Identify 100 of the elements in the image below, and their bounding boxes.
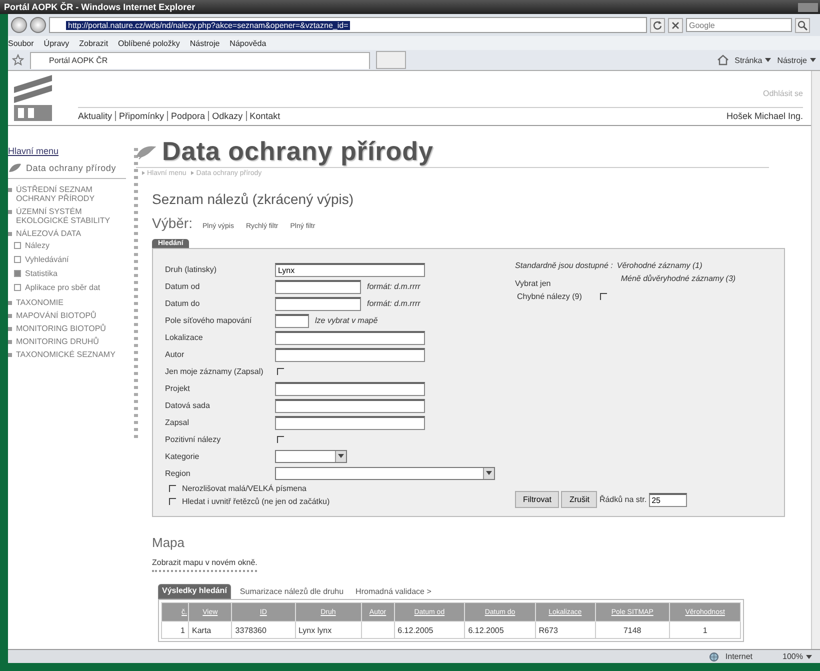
toolbar-menu[interactable]: Nástroje	[777, 56, 816, 64]
browser-tab[interactable]: Portál AOPK ČR	[30, 52, 370, 68]
section-title: Data ochrany přírody	[26, 163, 116, 173]
input-field[interactable]: Lynx	[275, 262, 425, 276]
checkbox[interactable]	[600, 293, 607, 300]
menu-item[interactable]: Soubor	[8, 38, 34, 48]
field-label: Datum od	[165, 282, 201, 291]
option-label: Nerozlišovat malá/VELKÁ písmena	[182, 484, 306, 493]
refresh-icon[interactable]	[650, 18, 665, 32]
bullet-icon	[8, 232, 12, 236]
nav-link[interactable]: Aktuality	[78, 111, 112, 121]
field-label: Kategorie	[165, 452, 200, 461]
address-field[interactable]: http://portal.nature.cz/wds/nd/nalezy.php?akce=seznam&opener=&vztazne_id=	[49, 17, 647, 33]
sidebar-item[interactable]: MONITORING BIOTOPŮ	[16, 324, 106, 333]
results-tab[interactable]: Výsledky hledání	[158, 584, 231, 599]
choice-label: Výběr:	[152, 215, 192, 231]
sidebar-subitem[interactable]: Statistika	[25, 269, 58, 278]
bullet-icon	[8, 210, 12, 214]
table-cell: 6.12.2005	[394, 622, 465, 638]
sidebar-item[interactable]: MAPOVÁNÍ BIOTOPŮ	[16, 311, 96, 320]
window-controls-icon[interactable]	[798, 2, 818, 12]
checkbox[interactable]	[169, 485, 176, 492]
sidebar-item[interactable]: ÚSTŘEDNÍ SEZNAM OCHRANY PŘÍRODY	[16, 185, 126, 203]
dropdown[interactable]	[275, 450, 347, 463]
toolbar-menu[interactable]: Stránka	[734, 56, 772, 64]
menu-item[interactable]: Oblíbené položky	[118, 38, 180, 48]
field-label: Zapsal	[165, 418, 190, 427]
input-field[interactable]	[275, 296, 361, 310]
window-title: Portál AOPK ČR - Windows Internet Explorer	[4, 2, 196, 12]
sidebar-item[interactable]: TAXONOMIE	[16, 298, 64, 307]
input-field[interactable]	[275, 348, 425, 362]
star-icon[interactable]	[12, 54, 24, 66]
section-heading: Mapa	[152, 535, 185, 550]
input-field[interactable]	[275, 314, 309, 328]
search-icon[interactable]	[795, 18, 810, 32]
field-label: Druh (latinsky)	[165, 265, 218, 274]
close-icon[interactable]	[668, 18, 683, 32]
menu-item[interactable]: Nástroje	[190, 38, 220, 48]
checkbox[interactable]	[277, 368, 284, 375]
search-field[interactable]: Google	[686, 18, 792, 32]
nav-link[interactable]: Připomínky	[115, 111, 164, 121]
field-label: Region	[165, 469, 192, 478]
field-label: Datová sada	[165, 401, 211, 410]
form-button[interactable]: Filtrovat	[515, 491, 560, 508]
field-label: Pozitivní nálezy	[165, 435, 222, 444]
page-title: Data ochrany přírody	[162, 136, 434, 167]
input-field[interactable]	[275, 280, 361, 294]
sidebar-item[interactable]: ÚZEMNÍ SYSTÉM EKOLOGICKÉ STABILITY	[16, 207, 126, 225]
tree-box-icon[interactable]	[14, 284, 21, 291]
field-label: Jen moje záznamy (Zapsal)	[165, 367, 264, 376]
form-button[interactable]: Zrušit	[561, 491, 598, 508]
input-field[interactable]	[275, 382, 425, 396]
section-heading: Seznam nálezů (zkrácený výpis)	[152, 191, 354, 207]
scrollbar[interactable]	[811, 71, 820, 649]
zoom-level[interactable]: 100%	[782, 652, 812, 661]
back-icon[interactable]	[11, 17, 27, 33]
user-name: Hošek Michael Ing.	[726, 111, 803, 121]
field-hint: lze vybrat v mapě	[315, 316, 378, 325]
sidebar-subitem[interactable]: Aplikace pro sběr dat	[25, 283, 100, 292]
input-field[interactable]	[275, 416, 425, 430]
checkbox[interactable]	[169, 498, 176, 505]
bullet-icon	[8, 314, 12, 318]
nav-link[interactable]: Odkazy	[208, 111, 243, 121]
sidebar-item[interactable]: MONITORING DRUHŮ	[16, 337, 99, 346]
map-link[interactable]: Zobrazit mapu v novém okně.	[152, 558, 258, 572]
results-tab[interactable]: Sumarizace nálezů dle druhu	[236, 586, 347, 597]
table-cell: Karta	[188, 622, 232, 638]
sidebar-subitem[interactable]: Nálezy	[25, 241, 50, 250]
nav-link[interactable]: Podpora	[167, 111, 206, 121]
table-cell: Lynx lynx	[295, 622, 362, 638]
home-icon[interactable]	[716, 54, 729, 66]
field-label: Datum do	[165, 299, 201, 308]
sidebar-item[interactable]: TAXONOMICKÉ SEZNAMY	[16, 350, 116, 359]
input-field[interactable]	[275, 330, 425, 344]
sidebar-subitem[interactable]: Vyhledávání	[25, 255, 69, 264]
input-field[interactable]	[275, 398, 425, 412]
menu-item[interactable]: Úpravy	[44, 38, 70, 48]
dropdown[interactable]	[275, 467, 495, 480]
results-tab[interactable]: Hromadná validace >	[352, 586, 434, 597]
nav-link[interactable]: Kontakt	[246, 111, 280, 121]
menu-item[interactable]: Zobrazit	[79, 38, 108, 48]
bullet-icon	[8, 353, 12, 357]
tree-box-icon[interactable]	[14, 242, 21, 249]
field-label: Projekt	[165, 384, 191, 393]
option-label: Hledat i uvnitř řetězců (ne jen od začátku)	[182, 497, 330, 506]
rows-label: Řádků na str.	[599, 495, 647, 504]
field-label: Pole síťového mapování	[165, 316, 253, 325]
checkbox[interactable]	[277, 436, 284, 443]
bullet-icon	[8, 327, 12, 331]
table-cell: R673	[535, 622, 596, 638]
table-cell: 7148	[595, 622, 670, 638]
tree-box-icon[interactable]	[14, 256, 21, 263]
main-menu-link[interactable]: Hlavní menu	[8, 146, 126, 156]
rows-field[interactable]: 25	[648, 492, 687, 506]
leaf-icon	[8, 162, 22, 174]
bullet-icon	[8, 188, 12, 192]
forward-icon[interactable]	[30, 17, 46, 33]
menu-item[interactable]: Nápověda	[230, 38, 266, 48]
sidebar-item[interactable]: NÁLEZOVÁ DATA	[16, 229, 82, 238]
field-label: Autor	[165, 350, 186, 359]
